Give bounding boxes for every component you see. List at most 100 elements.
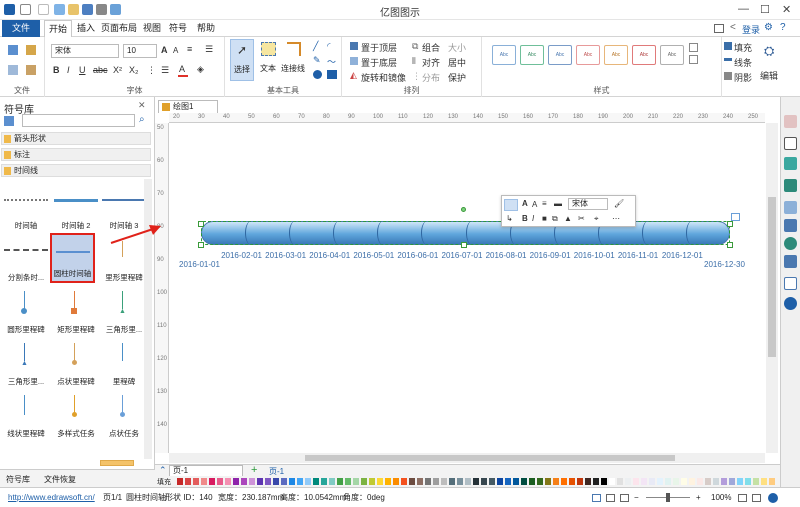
color-swatch[interactable] bbox=[321, 478, 327, 485]
strikethrough-icon[interactable]: abc bbox=[93, 65, 108, 75]
shape-menu-icon[interactable] bbox=[731, 213, 740, 221]
drawing-page[interactable]: 2016-01-01 2016-12-30 2016-02-01 2016-03-… bbox=[110, 123, 765, 453]
grow-font-icon[interactable]: A bbox=[161, 45, 168, 55]
color-swatch[interactable] bbox=[457, 478, 463, 485]
color-swatch[interactable] bbox=[273, 478, 279, 485]
color-swatch[interactable] bbox=[617, 478, 623, 485]
rectangle-tool-icon[interactable] bbox=[327, 70, 337, 79]
share-icon[interactable]: < bbox=[730, 22, 736, 33]
style-swatch-2[interactable]: Abc bbox=[520, 45, 544, 65]
style-scroll-up-icon[interactable] bbox=[689, 43, 698, 52]
shape-dot-milestone[interactable]: 点状里程碑 bbox=[52, 339, 100, 387]
style-swatch-3[interactable]: Abc bbox=[548, 45, 572, 65]
zoom-out-icon[interactable]: − bbox=[634, 488, 639, 507]
color-swatch[interactable] bbox=[641, 478, 647, 485]
color-swatch[interactable] bbox=[409, 478, 415, 485]
category-callout[interactable]: 标注 bbox=[1, 148, 151, 161]
font-color-icon[interactable]: A bbox=[179, 64, 185, 74]
color-swatch[interactable] bbox=[769, 478, 775, 485]
italic-icon[interactable]: I bbox=[67, 65, 70, 75]
tab-symbol-library[interactable]: 符号库 bbox=[6, 474, 30, 485]
color-swatch[interactable] bbox=[561, 478, 567, 485]
line-tool-icon[interactable]: ╱ bbox=[313, 41, 318, 52]
text-tool-button[interactable]: 文本 bbox=[257, 39, 281, 81]
shape-segmented-timeline[interactable]: 分割条时... bbox=[2, 235, 50, 283]
color-swatch[interactable] bbox=[401, 478, 407, 485]
color-swatch[interactable] bbox=[473, 478, 479, 485]
bring-front-button[interactable]: 置于顶层 bbox=[361, 41, 397, 54]
rotate-handle[interactable] bbox=[461, 207, 466, 212]
color-swatch[interactable] bbox=[673, 478, 679, 485]
color-swatch[interactable] bbox=[625, 478, 631, 485]
line-button[interactable]: 线条 bbox=[734, 56, 752, 69]
image-panel-icon[interactable] bbox=[784, 201, 797, 214]
binoculars-icon[interactable]: ⛭ bbox=[764, 43, 774, 59]
color-swatch[interactable] bbox=[289, 478, 295, 485]
resize-handle[interactable] bbox=[198, 221, 204, 227]
color-swatch[interactable] bbox=[369, 478, 375, 485]
color-swatch[interactable] bbox=[361, 478, 367, 485]
align-icon[interactable]: ≡ bbox=[187, 44, 192, 54]
library-search-input[interactable] bbox=[22, 114, 135, 127]
color-swatch[interactable] bbox=[697, 478, 703, 485]
color-swatch[interactable] bbox=[609, 478, 615, 485]
menu-file[interactable]: 文件 bbox=[2, 20, 40, 37]
style-swatch-5[interactable]: Abc bbox=[604, 45, 628, 65]
vertical-scrollbar-thumb[interactable] bbox=[768, 197, 776, 357]
color-swatch[interactable] bbox=[433, 478, 439, 485]
color-swatch[interactable] bbox=[201, 478, 207, 485]
color-swatch[interactable] bbox=[529, 478, 535, 485]
float-font-select[interactable]: 宋体 bbox=[568, 198, 608, 210]
color-swatch[interactable] bbox=[193, 478, 199, 485]
color-swatch[interactable] bbox=[441, 478, 447, 485]
shape-timeline-2[interactable]: 时间轴 2 bbox=[52, 183, 100, 231]
more-icon[interactable]: ⋯ bbox=[612, 214, 620, 223]
color-swatch[interactable] bbox=[209, 478, 215, 485]
shape-multi-style-task[interactable]: 多样式任务 bbox=[52, 391, 100, 439]
bullet-list-icon[interactable]: ☰ bbox=[161, 65, 169, 76]
color-swatch[interactable] bbox=[657, 478, 663, 485]
color-swatch[interactable] bbox=[729, 478, 735, 485]
color-swatch[interactable] bbox=[553, 478, 559, 485]
numbered-list-icon[interactable]: ⋮ bbox=[147, 65, 156, 76]
status-help-icon[interactable] bbox=[768, 493, 778, 503]
shrink-font-icon[interactable]: A bbox=[532, 200, 537, 209]
color-swatch[interactable] bbox=[385, 478, 391, 485]
color-swatch[interactable] bbox=[665, 478, 671, 485]
color-swatch[interactable] bbox=[233, 478, 239, 485]
color-swatch[interactable] bbox=[305, 478, 311, 485]
color-swatch[interactable] bbox=[593, 478, 599, 485]
zoom-slider-thumb[interactable] bbox=[666, 493, 670, 502]
shape-milestone[interactable]: 里程碑 bbox=[100, 339, 148, 387]
color-swatch[interactable] bbox=[713, 478, 719, 485]
color-swatch[interactable] bbox=[449, 478, 455, 485]
data-panel-icon[interactable] bbox=[784, 255, 797, 268]
rotate-mirror-button[interactable]: 旋转和镜像 bbox=[361, 71, 406, 84]
curve-tool-icon[interactable]: 〜 bbox=[327, 55, 336, 68]
fill-button[interactable]: 填充 bbox=[734, 41, 752, 54]
color-swatch[interactable] bbox=[753, 478, 759, 485]
style-swatch-1[interactable]: Abc bbox=[492, 45, 516, 65]
distribute-button[interactable]: 分布 bbox=[422, 71, 440, 84]
select-tool-button[interactable]: ➚ 选择 bbox=[230, 39, 254, 81]
page-tabs-expand-icon[interactable]: ⌃ bbox=[159, 465, 167, 476]
color-swatch[interactable] bbox=[585, 478, 591, 485]
shape-triangle-milestone-1[interactable]: ▲ 三角形里... bbox=[100, 287, 148, 335]
color-swatch[interactable] bbox=[505, 478, 511, 485]
color-swatch[interactable] bbox=[185, 478, 191, 485]
horizontal-scrollbar-thumb[interactable] bbox=[305, 455, 675, 461]
style-swatch-7[interactable]: Abc bbox=[660, 45, 684, 65]
resize-handle[interactable] bbox=[727, 221, 733, 227]
document-tab[interactable]: 绘图1 bbox=[158, 100, 218, 113]
position-icon[interactable]: ⌖ bbox=[594, 214, 599, 224]
shape-preview-bar[interactable] bbox=[100, 460, 134, 466]
pen-tool-icon[interactable]: ✎ bbox=[313, 55, 321, 66]
color-swatch[interactable] bbox=[345, 478, 351, 485]
bold-icon[interactable]: B bbox=[522, 214, 528, 223]
shrink-font-icon[interactable]: A bbox=[173, 46, 178, 55]
website-link[interactable]: http://www.edrawsoft.cn/ bbox=[8, 488, 95, 507]
style-scroll-down-icon[interactable] bbox=[689, 55, 698, 64]
font-size-select[interactable]: 10 bbox=[123, 44, 157, 58]
color-swatch[interactable] bbox=[633, 478, 639, 485]
fit-page-icon[interactable] bbox=[606, 494, 615, 502]
